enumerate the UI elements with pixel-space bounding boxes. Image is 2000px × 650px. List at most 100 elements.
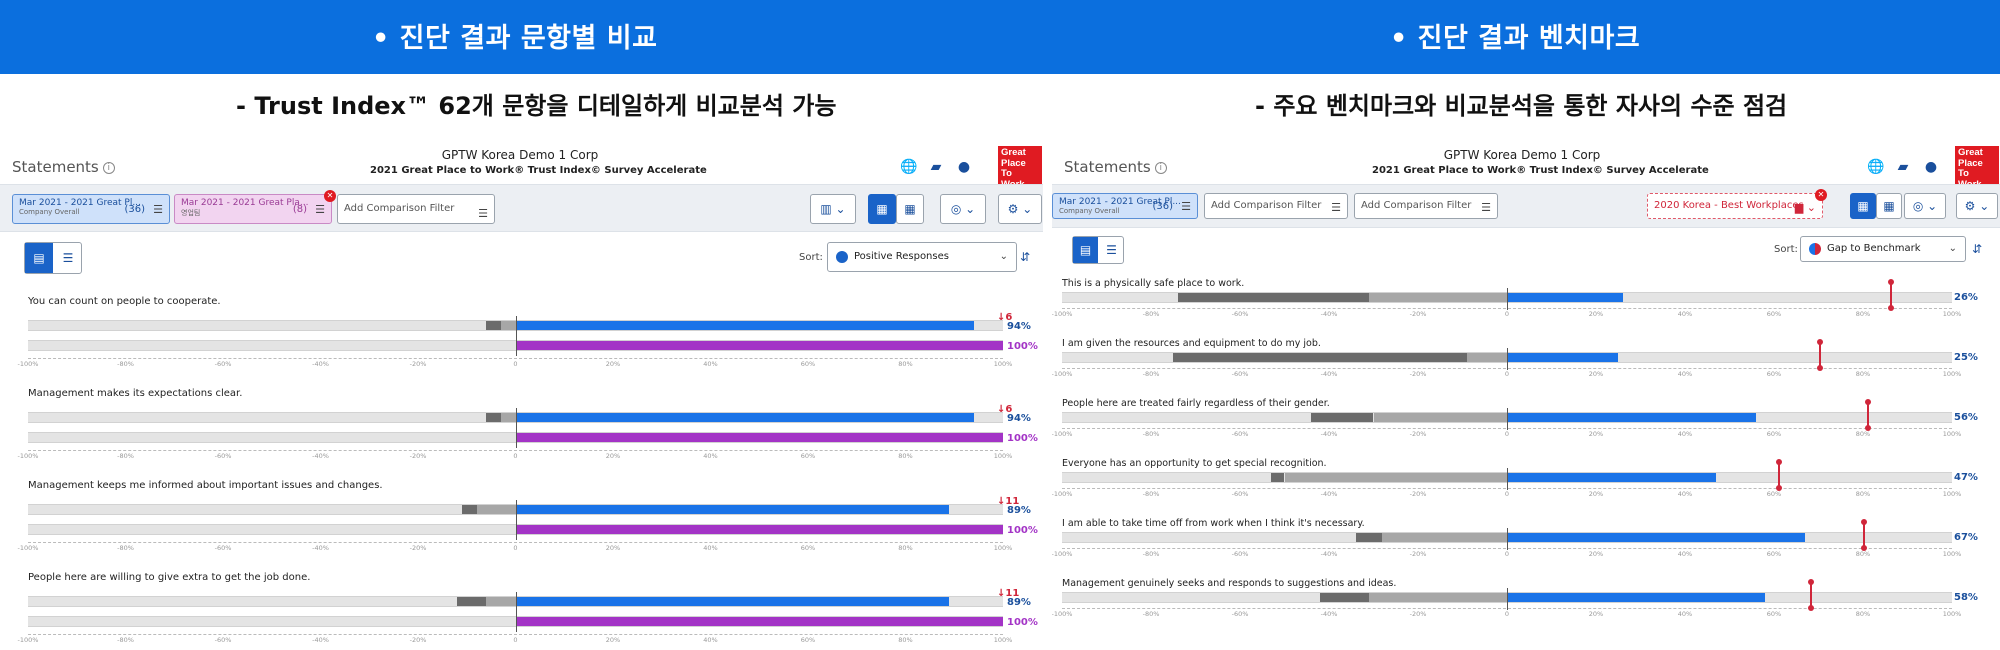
axis-tick-label: -80%: [1142, 370, 1160, 378]
benchmark-marker[interactable]: [1807, 579, 1814, 611]
axis-tick-label: -40%: [1320, 370, 1338, 378]
filter-chip-company[interactable]: Mar 2021 - 2021 Great Pl... Company Overa…: [12, 194, 170, 224]
layout-list-button[interactable]: ▦: [1850, 193, 1876, 219]
zero-line: [1507, 468, 1508, 490]
company-name: GPTW Korea Demo 1 Corp: [441, 148, 599, 162]
axis-tick-label: -40%: [1320, 490, 1338, 498]
flag-icon[interactable]: ▆ ⌄: [1795, 199, 1816, 217]
benchmark-filter-chip[interactable]: 2020 Korea - Best Workplaces ▆ ⌄ ✕: [1647, 189, 1827, 219]
globe-dropdown[interactable]: ◎ ⌄: [940, 194, 986, 224]
chevron-down-icon: ⌄: [999, 251, 1008, 262]
benchmark-dot-icon: [1809, 243, 1821, 255]
axis-tick-label: 100%: [1942, 310, 1962, 318]
axis-tick-label: 80%: [1855, 610, 1871, 618]
globe-icon[interactable]: 🌐: [1867, 159, 1884, 175]
chat-icon[interactable]: ▰: [1895, 159, 1911, 175]
positive-segment: [515, 413, 974, 422]
neutral-segment: [476, 505, 516, 514]
add-comparison-filter-1[interactable]: Add Comparison Filter ☰: [1204, 193, 1348, 219]
layout-grid-button[interactable]: ▦: [896, 194, 924, 224]
filter-chip-company[interactable]: Mar 2021 - 2021 Great Pl... Company Overa…: [1052, 193, 1198, 219]
sort-order-icon[interactable]: ⇵: [1020, 250, 1030, 264]
banner: • 진단 결과 문항별 비교 • 진단 결과 벤치마크: [0, 0, 2000, 74]
view-bars-icon[interactable]: ▤: [1073, 237, 1098, 263]
statement-text: Management makes its expectations clear.: [28, 388, 243, 399]
axis-tick-label: -100%: [17, 452, 39, 460]
axis-tick-label: -20%: [1409, 370, 1427, 378]
globe-icon[interactable]: 🌐: [900, 159, 917, 175]
statement-row[interactable]: Management keeps me informed about impor…: [12, 480, 1042, 568]
statement-row[interactable]: People here are willing to give extra to…: [12, 572, 1042, 650]
axis-tick-label: 20%: [1588, 310, 1604, 318]
view-bars-icon[interactable]: ▤: [25, 243, 53, 273]
benchmark-marker[interactable]: [1861, 519, 1867, 551]
view-list-icon[interactable]: ☰: [54, 243, 82, 273]
compare-pct: 100%: [1007, 433, 1038, 444]
axis-tick-label: -80%: [117, 636, 134, 644]
benchmark-marker[interactable]: [1776, 459, 1783, 491]
view-toggle[interactable]: ▤ ☰: [24, 242, 82, 274]
chat-icon[interactable]: ▰: [928, 159, 944, 175]
compare-pct: 100%: [1007, 341, 1038, 352]
benchmark-marker[interactable]: [1887, 279, 1894, 311]
chart-type-button[interactable]: ▥ ⌄: [810, 194, 856, 224]
statement-row[interactable]: I am given the resources and equipment t…: [1052, 338, 1992, 396]
statement-row[interactable]: Management genuinely seeks and responds …: [1052, 578, 1992, 636]
axis-tick-label: -100%: [17, 544, 39, 552]
filter-lines-icon[interactable]: ☰: [153, 203, 163, 216]
banner-left-title: • 진단 결과 문항별 비교: [372, 23, 658, 54]
axis-tick-label: 80%: [1855, 310, 1871, 318]
filter-lines-icon[interactable]: ☰: [1181, 200, 1191, 213]
statement-row[interactable]: People here are treated fairly regardles…: [1052, 398, 1992, 456]
page-title: Statements i: [12, 158, 115, 176]
filter-lines-icon[interactable]: ☰: [1481, 199, 1491, 217]
user-icon[interactable]: ●: [1923, 159, 1939, 175]
statement-row[interactable]: Management makes its expectations clear.…: [12, 388, 1042, 476]
axis-tick-label: -20%: [1409, 430, 1427, 438]
axis-tick-label: -40%: [312, 636, 329, 644]
statement-row[interactable]: This is a physically safe place to work.…: [1052, 278, 1992, 336]
axis-ticks: -100% -80% -60% -40% -20% 0 20% 40% 60% 80% 100%: [18, 452, 1013, 462]
settings-dropdown[interactable]: ⚙ ⌄: [1956, 193, 1998, 219]
filter-lines-icon[interactable]: ☰: [1331, 199, 1341, 217]
filter-lines-icon[interactable]: ☰: [478, 203, 488, 223]
view-toggle[interactable]: ▤ ☰: [1072, 236, 1124, 264]
axis-tick-label: 60%: [800, 636, 816, 644]
info-icon[interactable]: i: [1154, 161, 1167, 174]
layout-list-button[interactable]: ▦: [868, 194, 896, 224]
neutral-segment: [500, 321, 516, 330]
user-icon[interactable]: ●: [956, 159, 972, 175]
axis-tick-label: 0: [513, 544, 518, 552]
close-icon[interactable]: ✕: [1815, 189, 1827, 201]
statement-row[interactable]: Everyone has an opportunity to get speci…: [1052, 458, 1992, 516]
axis-tick-label: 40%: [703, 544, 718, 552]
benchmark-marker[interactable]: [1865, 399, 1872, 431]
company-pct: 94%: [1007, 413, 1031, 424]
axis-tick-label: 20%: [605, 544, 621, 552]
add-comparison-filter[interactable]: Add Comparison Filter ☰: [337, 194, 495, 224]
sort-order-icon[interactable]: ⇵: [1972, 242, 1982, 256]
view-list-icon[interactable]: ☰: [1099, 237, 1124, 267]
filter-lines-icon[interactable]: ☰: [315, 203, 325, 216]
company-pct: 89%: [1007, 597, 1031, 608]
layout-grid-button[interactable]: ▦: [1876, 193, 1902, 219]
axis-tick-label: 0: [1504, 550, 1510, 558]
negative-segment: [461, 505, 477, 514]
close-icon[interactable]: ✕: [324, 190, 336, 202]
statements-content: ▤ ☰ Sort: Gap to Benchmark ⌄ ⇵ This is a p…: [1052, 236, 1992, 650]
statement-row[interactable]: You can count on people to cooperate. ↓6…: [12, 296, 1042, 384]
info-icon[interactable]: i: [102, 161, 115, 174]
globe-dropdown[interactable]: ◎ ⌄: [1904, 193, 1946, 219]
negative-segment: [1311, 413, 1374, 422]
left-subtitle: - Trust Index™ 62개 문항을 디테일하게 비교분석 가능: [236, 92, 837, 120]
statement-row[interactable]: I am able to take time off from work whe…: [1052, 518, 1992, 576]
benchmark-marker[interactable]: [1816, 339, 1823, 371]
sort-select[interactable]: Positive Responses ⌄: [827, 242, 1017, 272]
settings-dropdown[interactable]: ⚙ ⌄: [998, 194, 1042, 224]
sort-select[interactable]: Gap to Benchmark ⌄: [1800, 236, 1966, 262]
add-comparison-filter-2[interactable]: Add Comparison Filter ☰: [1354, 193, 1498, 219]
axis-tick-label: -20%: [1409, 310, 1427, 318]
axis-tick-label: 20%: [1588, 430, 1604, 438]
positive-segment: [515, 321, 974, 330]
filter-chip-sales[interactable]: Mar 2021 - 2021 Great Pla... 영업팀 (8) ☰ ✕: [174, 190, 336, 224]
